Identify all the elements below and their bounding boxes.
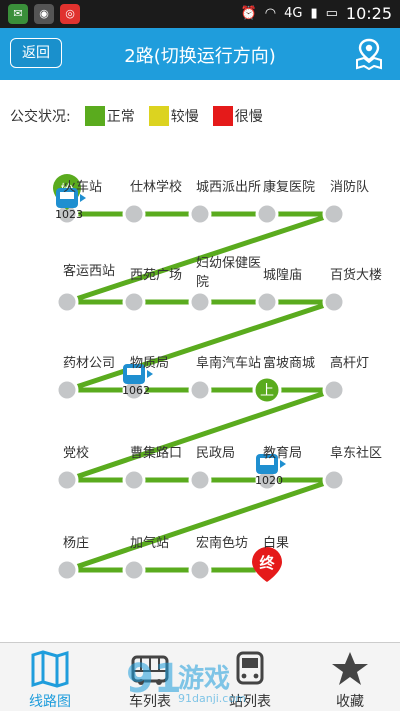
back-button[interactable]: 返回: [10, 38, 62, 68]
stop-marker[interactable]: [322, 468, 346, 492]
stop-marker[interactable]: [188, 290, 212, 314]
legend-label-normal: 正常: [106, 109, 135, 125]
stop-label[interactable]: 高杆灯: [330, 352, 369, 371]
stop-label[interactable]: 杨庄: [63, 532, 89, 551]
stop-label[interactable]: 富坡商城: [263, 352, 315, 371]
route-map: 上始终 火车站仕林学校城西派出所康复医院消防队客运西站西苑广场妇幼保健医院城隍庙…: [0, 140, 400, 640]
stop-marker[interactable]: [322, 378, 346, 402]
stop-marker[interactable]: [122, 468, 146, 492]
status-bar: ✉ ◉ ◎ ⏰ ◠ 4G ▮ ▭ 10:25: [0, 0, 400, 28]
weibo-icon: ◎: [60, 4, 80, 24]
map-book-icon: [31, 650, 69, 688]
header: 返回 2路(切换运行方向): [0, 28, 400, 80]
stop-marker[interactable]: [55, 378, 79, 402]
stop-label[interactable]: 加气站: [130, 532, 169, 551]
bus-id-label: 1062: [122, 384, 150, 397]
stop-marker[interactable]: [122, 558, 146, 582]
tab-route-map[interactable]: 线路图: [0, 643, 100, 711]
stop-marker[interactable]: [55, 290, 79, 314]
legend-label-very-slow: 很慢: [234, 109, 263, 125]
stop-label[interactable]: 宏南色坊: [196, 532, 248, 551]
stop-label[interactable]: 仕林学校: [130, 176, 182, 195]
traffic-legend: 公交状况: 正常 较慢 很慢: [10, 104, 263, 128]
stop-label[interactable]: 百货大楼: [330, 264, 382, 283]
stop-label[interactable]: 客运西站: [63, 260, 115, 279]
stop-marker[interactable]: [122, 202, 146, 226]
stop-label[interactable]: 曹集路口: [130, 442, 182, 461]
bus-id-label: 1023: [55, 208, 83, 221]
stop-label[interactable]: 火车站: [63, 176, 102, 195]
board-marker: 上: [260, 383, 274, 399]
legend-swatch-very-slow: [212, 106, 233, 126]
network-type: 4G: [284, 6, 303, 21]
svg-text:91: 91: [126, 656, 182, 702]
legend-swatch-slow: [148, 106, 169, 126]
tab-label: 线路图: [29, 694, 71, 710]
stop-label[interactable]: 党校: [63, 442, 89, 461]
legend-label-slow: 较慢: [170, 109, 199, 125]
stop-marker[interactable]: [322, 202, 346, 226]
route-segment: [66, 387, 335, 483]
notification-icon: ✉: [8, 4, 28, 24]
wifi-icon: ◠: [264, 6, 277, 21]
clock: 10:25: [345, 4, 392, 23]
stop-marker[interactable]: [255, 202, 279, 226]
stop-marker[interactable]: [255, 290, 279, 314]
stop-label[interactable]: 消防队: [330, 176, 369, 195]
tab-favorites[interactable]: 收藏: [300, 643, 400, 711]
legend-title: 公交状况:: [10, 109, 71, 125]
stop-marker[interactable]: [188, 378, 212, 402]
stop-label[interactable]: 民政局: [196, 442, 235, 461]
route-segment: [66, 299, 335, 393]
stop-marker[interactable]: [322, 290, 346, 314]
map-location-icon[interactable]: [354, 38, 384, 70]
tab-label: 收藏: [336, 694, 364, 710]
alarm-icon: ⏰: [240, 6, 257, 21]
stop-label[interactable]: 物质局: [130, 352, 169, 371]
page-title[interactable]: 2路(切换运行方向): [60, 42, 340, 68]
stop-label[interactable]: 妇幼保健医院: [196, 252, 268, 290]
stop-marker[interactable]: [188, 558, 212, 582]
stop-marker[interactable]: [55, 468, 79, 492]
stop-label[interactable]: 西苑广场: [130, 264, 182, 283]
app-icon: ◉: [34, 4, 54, 24]
stop-marker[interactable]: [55, 558, 79, 582]
stop-marker[interactable]: [188, 468, 212, 492]
stop-label[interactable]: 阜南汽车站: [196, 352, 261, 371]
battery-icon: ▭: [325, 6, 338, 21]
signal-icon: ▮: [310, 6, 318, 21]
legend-swatch-normal: [84, 106, 105, 126]
stop-label[interactable]: 白果: [263, 532, 289, 551]
stop-label[interactable]: 康复医院: [263, 176, 315, 195]
stop-label[interactable]: 阜东社区: [330, 442, 382, 461]
star-icon: [332, 652, 368, 685]
stop-marker[interactable]: [188, 202, 212, 226]
stop-label[interactable]: 城西派出所: [196, 176, 261, 195]
end-marker-text: 终: [259, 554, 275, 572]
stop-label[interactable]: 教育局: [263, 442, 302, 461]
stop-marker[interactable]: [122, 290, 146, 314]
route-segment: [66, 477, 335, 573]
watermark-text: 游戏: [178, 664, 231, 694]
watermark-sub: 91danji.com: [178, 692, 246, 705]
stop-label[interactable]: 城隍庙: [263, 264, 302, 283]
stop-label[interactable]: 药材公司: [63, 352, 115, 371]
watermark: 91 游戏 91danji.com: [126, 652, 276, 712]
bus-id-label: 1020: [255, 474, 283, 487]
